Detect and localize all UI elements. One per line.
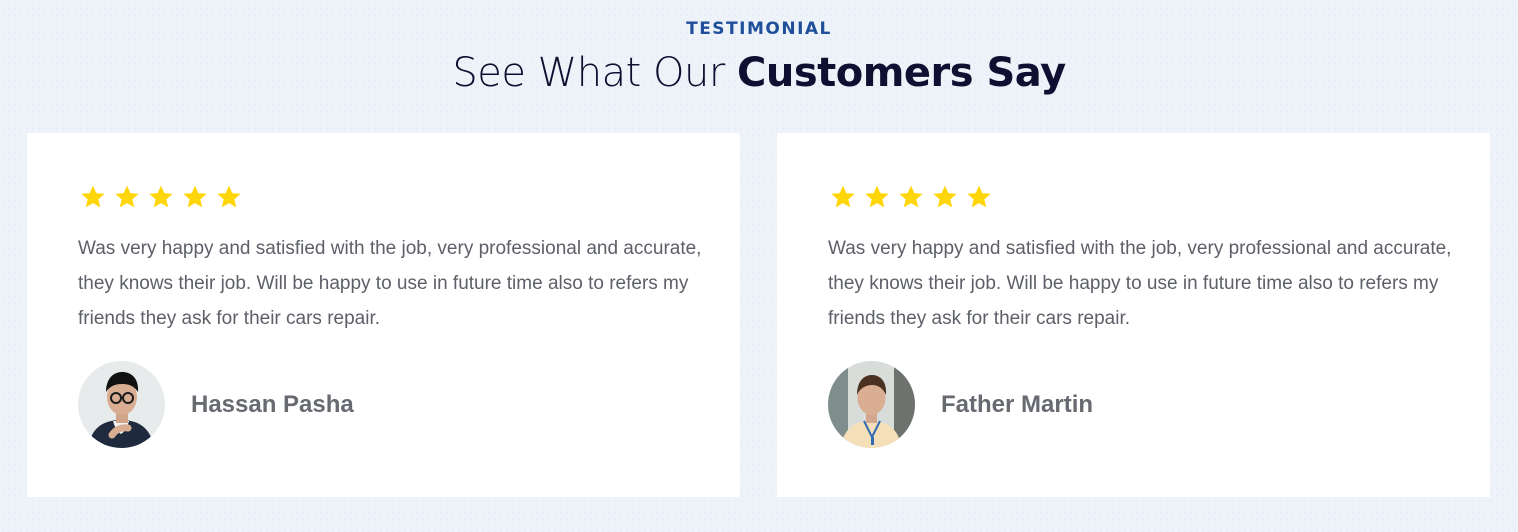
section-title-light: See What Our [452, 50, 725, 96]
testimonial-card-hassan-pasha: Was very happy and satisfied with the jo… [27, 133, 740, 497]
star-icon [115, 185, 139, 208]
star-rating [828, 183, 994, 211]
star-icon [149, 185, 173, 208]
testimonial-quote: Was very happy and satisfied with the jo… [828, 238, 1452, 329]
testimonial-author: Father Martin [828, 361, 1093, 448]
star-icon [183, 185, 207, 208]
woman-portrait-avatar-icon [828, 361, 915, 448]
testimonial-author: Hassan Pasha [78, 361, 354, 448]
author-name: Hassan Pasha [191, 390, 354, 418]
star-icon [933, 185, 957, 208]
testimonial-card-father-martin: Was very happy and satisfied with the jo… [777, 133, 1490, 497]
star-rating [78, 183, 244, 211]
star-icon [217, 185, 241, 208]
star-icon [865, 185, 889, 208]
star-icon [81, 185, 105, 208]
testimonial-quote: Was very happy and satisfied with the jo… [78, 238, 702, 329]
section-title-strong: Customers Say [736, 50, 1066, 96]
man-portrait-avatar-icon [78, 361, 165, 448]
star-icon [967, 185, 991, 208]
section-title: See What Our Customers Say [0, 50, 1518, 96]
star-icon [899, 185, 923, 208]
star-icon [831, 185, 855, 208]
author-name: Father Martin [941, 390, 1094, 418]
section-eyebrow: TESTIMONIAL [686, 19, 832, 39]
